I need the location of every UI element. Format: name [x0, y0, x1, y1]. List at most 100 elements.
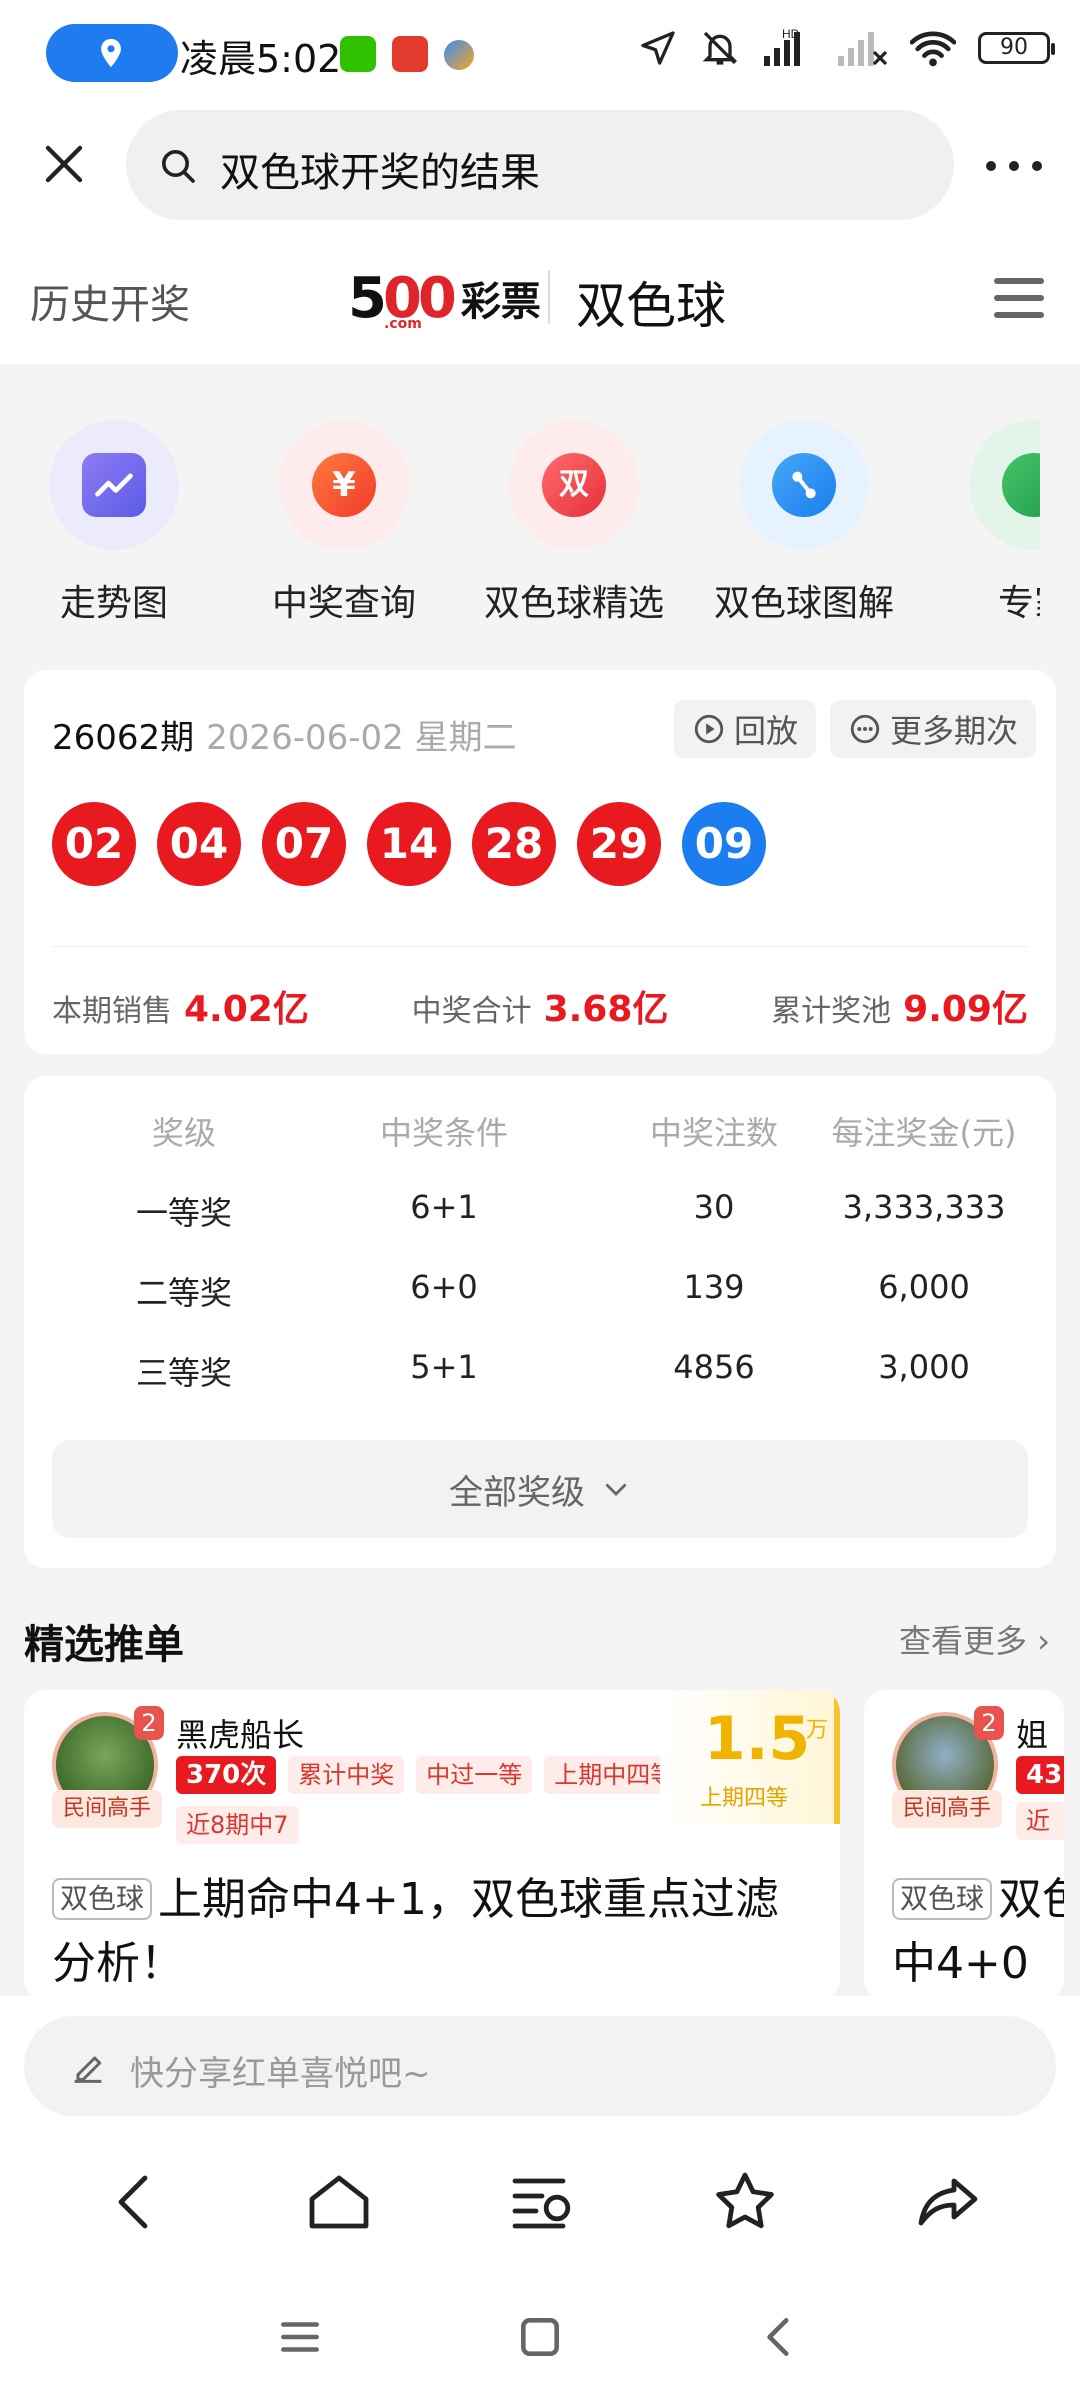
author-name: 黑虎船长 — [176, 1716, 305, 1754]
quick-nav-trend[interactable]: 走势图 — [14, 420, 214, 626]
win-count-tag: 370次 — [176, 1756, 277, 1794]
author-tags: 43 近 — [1016, 1756, 1064, 1840]
back-arrow-icon[interactable] — [755, 2312, 805, 2362]
comment-input[interactable]: 快分享红单喜悦吧~ — [24, 2016, 1056, 2116]
draw-date: 2026-06-02 星期二 — [206, 718, 517, 758]
lottery-tag: 双色球 — [52, 1878, 153, 1920]
wechat-icon — [340, 36, 376, 72]
search-header: 双色球开奖的结果 — [0, 110, 1080, 230]
star-icon[interactable] — [709, 2166, 781, 2238]
table-row: 三等奖 5+1 4856 3,000 — [135, 1348, 970, 1392]
status-bar: 凌晨5:02 HD 90 — [0, 0, 1080, 110]
section-title: 精选推单 — [24, 1622, 184, 1668]
author-tags: 370次 累计中奖 中过一等 上期中四等 近8期中7 — [176, 1756, 696, 1844]
home-square-icon[interactable] — [515, 2312, 565, 2362]
red-ball: 28 — [472, 802, 556, 886]
site-header: 历史开奖 500 .com 彩票 双色球 — [0, 230, 1080, 364]
expert-icon — [969, 420, 1040, 550]
recommendation-card[interactable]: 2 民间高手 姐 43 近 双色球双色 中4+0 — [864, 1690, 1064, 2000]
red-ball: 07 — [262, 802, 346, 886]
wifi-icon — [910, 31, 956, 67]
more-issues-button[interactable]: 更多期次 — [830, 700, 1037, 758]
site-title: 双色球 — [576, 277, 726, 335]
quick-nav-prize-check[interactable]: ¥ 中奖查询 — [244, 420, 444, 626]
signal-off-icon — [838, 32, 888, 66]
level-badge: 2 — [134, 1706, 164, 1740]
stat-tag: 中过一等 — [416, 1756, 533, 1794]
play-circle-icon — [694, 714, 724, 744]
navigation-arrow-icon — [641, 31, 675, 65]
prize-table: 奖级 中奖条件 中奖注数 每注奖金(元) 一等奖 6+1 30 3,333,33… — [24, 1076, 1056, 1568]
quick-nav-diagram[interactable]: 双色球图解 — [704, 420, 904, 626]
author-name: 姐 — [1016, 1716, 1049, 1754]
table-header: 奖级 中奖条件 中奖注数 每注奖金(元) — [151, 1114, 1017, 1152]
recommendation-text: 双色球双色 中4+0 — [892, 1874, 1064, 1989]
yen-search-icon: ¥ — [279, 420, 409, 550]
draw-result-card: 26062期 2026-06-02 星期二 回放 更多期次 02 04 07 14… — [24, 670, 1056, 1054]
blue-ball: 09 — [682, 802, 766, 886]
kandian-app-icon — [392, 36, 428, 72]
shuang-selection-icon: 双 — [509, 420, 639, 550]
stat-tag: 近8期中7 — [176, 1806, 299, 1844]
pool-stat: 累计奖池 9.09亿 — [771, 989, 1028, 1030]
logo-divider — [548, 270, 550, 324]
replay-button[interactable]: 回放 — [674, 700, 817, 758]
sales-stat: 本期销售 4.02亿 — [52, 989, 309, 1030]
logo-name: 彩票 — [460, 279, 541, 325]
svg-text:HD: HD — [782, 28, 800, 41]
500-lottery-logo[interactable]: 500 .com 彩票 — [348, 265, 541, 332]
draw-stats: 本期销售 4.02亿 中奖合计 3.68亿 累计奖池 9.09亿 — [52, 980, 1028, 1032]
browser-toolbar — [0, 2126, 1080, 2276]
trend-chart-icon — [49, 420, 179, 550]
share-icon[interactable] — [912, 2166, 984, 2238]
stat-tag: 累计中奖 — [288, 1756, 405, 1794]
chevron-down-icon — [605, 1483, 627, 1496]
red-ball: 14 — [367, 802, 451, 886]
pencil-icon — [74, 2056, 102, 2083]
search-box[interactable]: 双色球开奖的结果 — [126, 110, 954, 220]
battery-indicator: 90 — [978, 32, 1055, 64]
quick-nav: 走势图 ¥ 中奖查询 双 双色球精选 双色球图解 专家 — [0, 364, 1040, 664]
draw-issue: 26062期 2026-06-02 星期二 — [52, 710, 517, 759]
view-more-link[interactable]: 查看更多 › — [899, 1616, 1050, 1662]
history-draws-link[interactable]: 历史开奖 — [30, 272, 190, 330]
tabs-list-icon[interactable] — [506, 2166, 578, 2238]
play-app-icon — [444, 40, 474, 70]
search-query: 双色球开奖的结果 — [220, 150, 540, 196]
search-icon — [162, 150, 195, 183]
issue-number: 26062期 — [52, 718, 195, 758]
logo-number: 500 .com — [348, 265, 457, 332]
location-indicator[interactable] — [46, 24, 178, 82]
bonus-badge: 1.5 万 上期四等 — [660, 1690, 840, 1824]
red-ball: 29 — [577, 802, 661, 886]
quick-nav-selection[interactable]: 双 双色球精选 — [474, 420, 674, 626]
level-badge: 2 — [974, 1706, 1004, 1740]
signal-icon: HD — [764, 28, 800, 66]
red-ball: 02 — [52, 802, 136, 886]
expert-tag: 民间高手 — [52, 1790, 162, 1828]
all-prize-levels-button[interactable]: 全部奖级 — [52, 1440, 1028, 1538]
back-icon[interactable] — [100, 2166, 172, 2238]
hamburger-menu-icon[interactable] — [994, 278, 1044, 318]
status-time: 凌晨5:02 — [180, 37, 342, 81]
close-icon[interactable] — [40, 140, 88, 188]
recommendation-card[interactable]: 2 民间高手 黑虎船长 370次 累计中奖 中过一等 上期中四等 近8期中7 1… — [24, 1690, 840, 2000]
winning-numbers: 02 04 07 14 28 29 09 — [52, 802, 766, 886]
comment-placeholder: 快分享红单喜悦吧~ — [130, 2054, 431, 2094]
diagram-icon — [739, 420, 869, 550]
table-row: 二等奖 6+0 139 6,000 — [135, 1268, 970, 1312]
bell-muted-icon — [702, 31, 738, 65]
red-ball: 04 — [157, 802, 241, 886]
home-icon[interactable] — [303, 2166, 375, 2238]
expert-tag: 民间高手 — [892, 1790, 1002, 1828]
more-options-icon[interactable] — [986, 146, 1042, 186]
comment-bar: 快分享红单喜悦吧~ — [0, 1996, 1080, 2126]
prize-total-stat: 中奖合计 3.68亿 — [411, 989, 669, 1030]
quick-nav-expert[interactable]: 专家 — [934, 420, 1040, 626]
system-navigation — [0, 2276, 1080, 2400]
recent-apps-icon[interactable] — [275, 2312, 325, 2362]
card-divider — [52, 946, 1028, 947]
recommendation-text: 双色球 上期命中4+1，双色球重点过滤分析！ — [52, 1874, 779, 1989]
table-row: 一等奖 6+1 30 3,333,333 — [135, 1188, 1006, 1232]
more-circle-icon — [850, 714, 880, 744]
